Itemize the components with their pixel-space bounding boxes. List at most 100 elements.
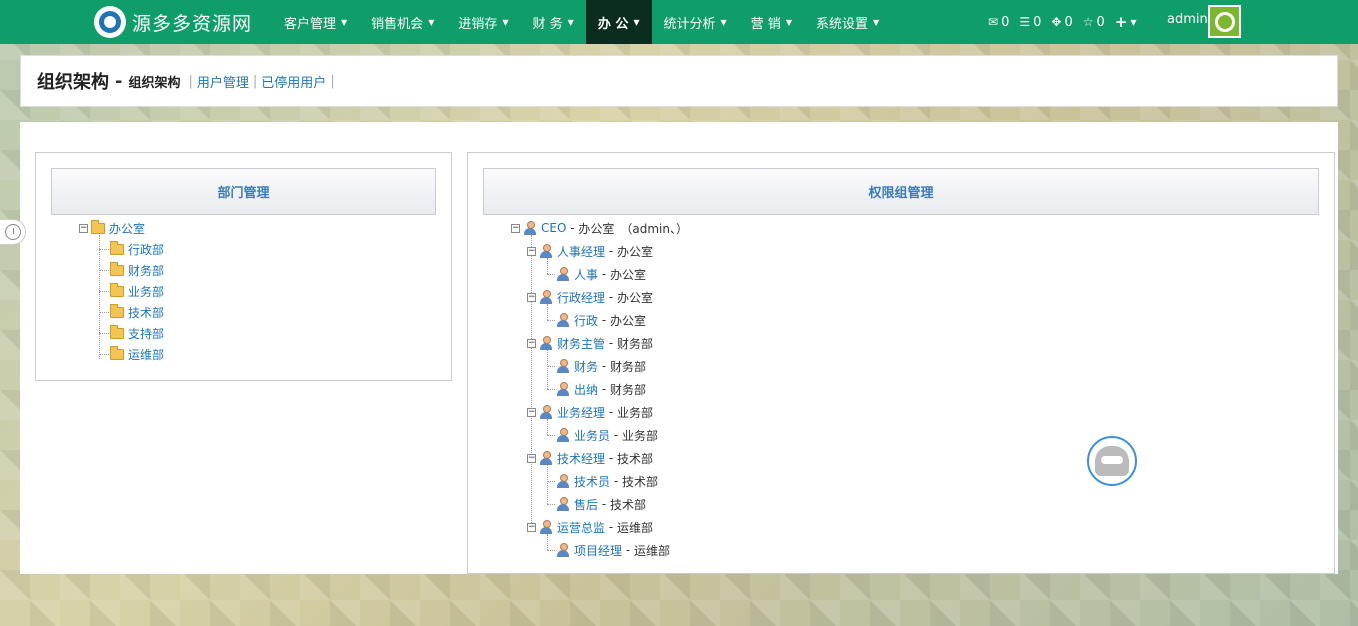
dept-label[interactable]: 支持部 <box>128 325 164 342</box>
role-node[interactable]: − 技术经理 - 技术部 <box>527 449 653 467</box>
dept-node[interactable]: 运维部 <box>110 345 164 363</box>
dept-node[interactable]: 技术部 <box>110 303 164 321</box>
user-icon <box>539 520 553 534</box>
role-name[interactable]: 财务 <box>574 358 598 375</box>
role-node[interactable]: − 人事经理 - 办公室 <box>527 242 653 260</box>
folder-open-icon <box>91 219 105 234</box>
caret-down-icon: ▼ <box>633 17 640 27</box>
role-node[interactable]: − 财务主管 - 财务部 <box>527 334 653 352</box>
star-button[interactable]: ☆ 0 <box>1083 15 1105 30</box>
menu-customer[interactable]: 客户管理 ▼ <box>272 0 359 44</box>
menu-inventory[interactable]: 进销存 ▼ <box>446 0 520 44</box>
role-node[interactable]: − CEO - 办公室 （admin、） <box>511 219 688 237</box>
role-name[interactable]: 人事经理 <box>557 243 605 260</box>
role-node[interactable]: − 业务经理 - 业务部 <box>527 403 653 421</box>
role-node[interactable]: 财务 - 财务部 <box>543 357 646 375</box>
user-icon <box>556 267 570 281</box>
collapse-icon[interactable]: − <box>79 223 88 233</box>
collapse-icon[interactable]: − <box>527 522 536 532</box>
toolbar-icons: ✉ 0 ☰ 0 ✥ 0 ☆ 0 + ▼ <box>988 0 1137 44</box>
task-button[interactable]: ☰ 0 <box>1019 15 1041 30</box>
collapse-icon[interactable]: − <box>527 338 536 348</box>
role-name[interactable]: 行政 <box>574 312 598 329</box>
role-name[interactable]: 技术员 <box>574 473 610 490</box>
user-icon <box>556 474 570 488</box>
user-icon <box>539 290 553 304</box>
dept-root-node[interactable]: − 办公室 <box>79 219 145 237</box>
role-name[interactable]: 财务主管 <box>557 335 605 352</box>
collapse-icon[interactable]: − <box>527 246 536 256</box>
menu-finance[interactable]: 财 务 ▼ <box>521 0 586 44</box>
role-name[interactable]: 业务员 <box>574 427 610 444</box>
role-dept: 技术部 <box>621 474 658 489</box>
role-node[interactable]: 业务员 - 业务部 <box>543 426 658 444</box>
collapse-icon[interactable]: − <box>511 223 520 233</box>
chat-bot-button[interactable] <box>1087 436 1137 486</box>
disabled-users-link[interactable]: 已停用用户 <box>261 72 326 91</box>
role-name[interactable]: 售后 <box>574 496 598 513</box>
user-name[interactable]: admin <box>1167 12 1208 27</box>
role-name[interactable]: 项目经理 <box>574 542 622 559</box>
tree-line <box>99 235 100 359</box>
dept-node[interactable]: 行政部 <box>110 240 164 258</box>
role-node[interactable]: 行政 - 办公室 <box>543 311 646 329</box>
role-dept: 财务部 <box>616 336 653 351</box>
role-dept: 办公室 <box>616 244 653 259</box>
list-icon: ☰ <box>1019 15 1031 29</box>
role-name[interactable]: 行政经理 <box>557 289 605 306</box>
dept-label[interactable]: 行政部 <box>128 241 164 258</box>
envelope-icon: ✉ <box>988 15 999 29</box>
role-node[interactable]: 技术员 - 技术部 <box>543 472 658 490</box>
role-name[interactable]: 运营总监 <box>557 519 605 536</box>
menu-sales[interactable]: 销售机会 ▼ <box>359 0 446 44</box>
role-node[interactable]: 项目经理 - 运维部 <box>543 541 670 559</box>
menu-marketing[interactable]: 营 销 ▼ <box>739 0 804 44</box>
user-icon <box>556 359 570 373</box>
dept-node[interactable]: 支持部 <box>110 324 164 342</box>
menu-office[interactable]: 办 公 ▼ <box>585 0 652 44</box>
caret-down-icon: ▼ <box>502 17 509 27</box>
role-node[interactable]: − 行政经理 - 办公室 <box>527 288 653 306</box>
role-node[interactable]: − 运营总监 - 运维部 <box>527 518 653 536</box>
dept-label[interactable]: 办公室 <box>109 220 145 237</box>
collapse-icon[interactable]: − <box>527 292 536 302</box>
role-name[interactable]: CEO <box>541 221 566 235</box>
avatar[interactable] <box>1208 5 1241 38</box>
role-dept: 办公室 <box>616 290 653 305</box>
mail-button[interactable]: ✉ 0 <box>988 15 1009 30</box>
menu-settings[interactable]: 系统设置 ▼ <box>804 0 891 44</box>
tree-line <box>99 354 109 355</box>
user-icon <box>556 543 570 557</box>
collapse-icon[interactable]: − <box>527 453 536 463</box>
role-name[interactable]: 业务经理 <box>557 404 605 421</box>
role-node[interactable]: 人事 - 办公室 <box>543 265 646 283</box>
role-name[interactable]: 技术经理 <box>557 450 605 467</box>
folder-open-icon <box>110 240 124 255</box>
tree-line <box>99 291 109 292</box>
menu-statistics[interactable]: 统计分析 ▼ <box>652 0 739 44</box>
add-button[interactable]: + ▼ <box>1115 13 1137 31</box>
role-name[interactable]: 人事 <box>574 266 598 283</box>
dept-label[interactable]: 财务部 <box>128 262 164 279</box>
dept-node[interactable]: 业务部 <box>110 282 164 300</box>
dept-label[interactable]: 运维部 <box>128 346 164 363</box>
plus-icon: + <box>1114 13 1128 31</box>
user-management-link[interactable]: 用户管理 <box>197 72 249 91</box>
share-button[interactable]: ✥ 0 <box>1051 15 1072 30</box>
brand-logo[interactable]: 源多多资源网 <box>94 6 252 38</box>
dept-label[interactable]: 业务部 <box>128 283 164 300</box>
user-icon <box>556 382 570 396</box>
brand-name: 源多多资源网 <box>132 12 253 35</box>
role-dept: 技术部 <box>616 451 653 466</box>
role-node[interactable]: 售后 - 技术部 <box>543 495 646 513</box>
main-content: 部门管理 − 办公室 行政部 财务部 业务部 技术部 支持部 运维部 权限组管理 − CEO -… <box>20 122 1338 574</box>
user-icon <box>523 221 537 235</box>
collapse-icon[interactable]: − <box>527 407 536 417</box>
role-node[interactable]: 出纳 - 财务部 <box>543 380 646 398</box>
role-name[interactable]: 出纳 <box>574 381 598 398</box>
history-button[interactable] <box>0 219 26 245</box>
tree-line <box>99 333 109 334</box>
dept-node[interactable]: 财务部 <box>110 261 164 279</box>
dept-label[interactable]: 技术部 <box>128 304 164 321</box>
role-dept: 办公室 <box>609 267 646 282</box>
